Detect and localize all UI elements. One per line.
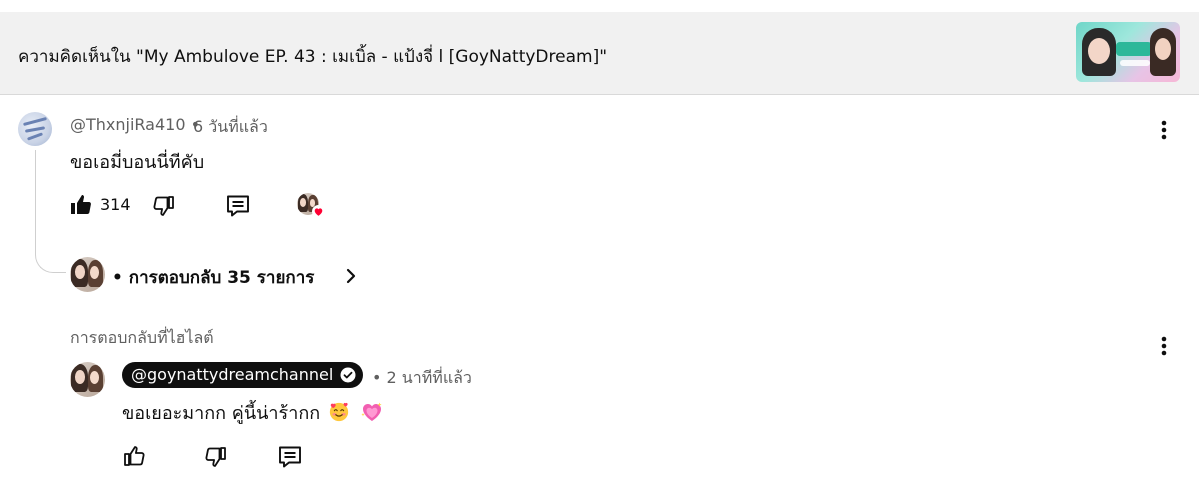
highlighted-reply-label: การตอบกลับที่ไฮไลต์ — [70, 328, 214, 347]
thumbs-down-icon[interactable] — [204, 445, 228, 469]
like-count: 314 — [100, 195, 131, 214]
view-replies-button[interactable]: • การตอบกลับ 35 รายการ — [112, 264, 314, 291]
replies-avatar[interactable] — [70, 257, 105, 292]
heart-icon — [312, 205, 325, 218]
smiling-face-with-hearts-emoji — [329, 402, 349, 422]
comment-author[interactable]: @ThxnjiRa410 • — [70, 115, 200, 134]
thumbs-up-icon[interactable] — [69, 193, 93, 217]
comment-icon[interactable] — [277, 444, 303, 470]
comment-icon[interactable] — [225, 193, 251, 219]
comments-header-title: ความคิดเห็นใน "My Ambulove EP. 43 : เมเบ… — [18, 47, 608, 67]
comment-text: ขอเอมี่บอนนี่ทีคับ — [70, 152, 205, 173]
reply-text-body: ขอเยอะมากก คู่นี้น่าร้ากก — [122, 403, 321, 424]
video-thumbnail[interactable] — [1076, 22, 1180, 82]
channel-owner-badge[interactable]: @goynattydreamchannel — [122, 362, 364, 388]
comments-header: ความคิดเห็นใน "My Ambulove EP. 43 : เมเบ… — [0, 12, 1199, 95]
comment-timestamp[interactable]: 6 วันที่แล้ว — [193, 115, 268, 140]
creator-heart-badge — [297, 193, 327, 219]
chevron-right-icon[interactable] — [344, 267, 358, 285]
channel-avatar[interactable] — [70, 362, 105, 397]
reply-timestamp[interactable]: • 2 นาทีที่แล้ว — [372, 366, 472, 391]
meta-separator: • — [372, 368, 382, 387]
reply-author-handle[interactable]: @goynattydreamchannel — [131, 365, 333, 384]
comment-author-handle[interactable]: @ThxnjiRa410 — [70, 115, 186, 134]
more-vert-icon[interactable] — [1161, 336, 1167, 356]
thumbs-up-icon[interactable] — [122, 444, 146, 468]
thread-connector-line — [35, 150, 66, 273]
commenter-avatar[interactable] — [18, 112, 52, 146]
reply-text: ขอเยอะมากก คู่นี้น่าร้ากก — [122, 398, 384, 427]
thumbs-down-icon[interactable] — [152, 194, 176, 218]
reply-time-text[interactable]: 2 นาทีที่แล้ว — [387, 368, 472, 387]
verified-check-icon — [340, 367, 356, 383]
sparkling-heart-emoji — [360, 402, 382, 421]
more-vert-icon[interactable] — [1161, 120, 1167, 140]
